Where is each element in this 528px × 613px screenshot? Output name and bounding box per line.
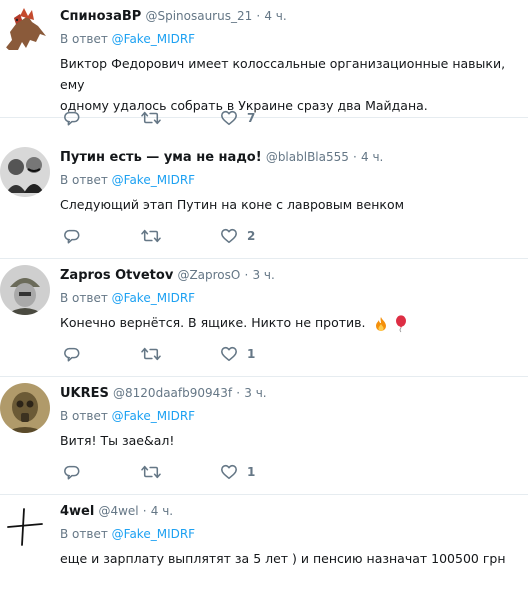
like-button[interactable]: 1 [220, 462, 255, 482]
reply-icon [63, 109, 81, 127]
retweet-button[interactable] [141, 462, 161, 482]
tweet[interactable]: Zapros Otvetov @ZaprosO · 3 ч. В ответ @… [0, 259, 528, 377]
dinosaur-avatar-icon [0, 6, 50, 56]
like-count: 1 [247, 347, 256, 361]
reply-icon [63, 463, 81, 481]
retweet-icon [141, 109, 161, 127]
heart-icon [220, 227, 238, 245]
tweet-header: UKRES @8120daafb90943f · 3 ч. [60, 386, 267, 401]
retweet-button[interactable] [141, 344, 161, 364]
tweet-header: Путин есть — ума не надо! @blablBla555 ·… [60, 150, 383, 165]
tweet-actions: 2 [63, 226, 323, 246]
like-count: 2 [247, 229, 256, 243]
author-handle[interactable]: @blablBla555 [266, 150, 349, 164]
author-name[interactable]: 4wel [60, 504, 94, 519]
retweet-icon [141, 463, 161, 481]
author-name[interactable]: Путин есть — ума не надо! [60, 150, 262, 165]
tweet-text-line: Следующий этап Путин на коне с лавровым … [60, 197, 405, 212]
retweet-button[interactable] [141, 108, 161, 128]
heart-icon [220, 345, 238, 363]
reply-mention-link[interactable]: @Fake_MIDRF [112, 173, 195, 187]
tweet-text: Конечно вернётся. В ящике. Никто не прот… [60, 312, 522, 333]
tweet-header: СпинозаВР @Spinosaurus_21 · 4 ч. [60, 9, 287, 24]
separator-dot: · [256, 9, 261, 23]
timestamp[interactable]: 4 ч. [361, 150, 383, 164]
separator-dot: · [142, 504, 147, 518]
tweet-text-line: Виктор Федорович имеет колоссальные орга… [60, 56, 506, 92]
author-name[interactable]: Zapros Otvetov [60, 268, 173, 283]
tweet-text-line: еще и зарплату выплятят за 5 лет ) и пен… [60, 551, 506, 566]
avatar[interactable] [0, 265, 50, 315]
cross-avatar-icon [0, 501, 50, 551]
author-name[interactable]: СпинозаВР [60, 9, 141, 24]
like-count: 1 [247, 465, 256, 479]
like-button[interactable]: 7 [220, 108, 255, 128]
gasmask-avatar-icon [0, 383, 50, 433]
author-handle[interactable]: @8120daafb90943f [113, 386, 232, 400]
reply-prefix: В ответ [60, 173, 108, 187]
reply-icon [63, 345, 81, 363]
tweet-text-line: Витя! Ты зае&ал! [60, 433, 175, 448]
timestamp[interactable]: 4 ч. [264, 9, 286, 23]
tweet-header: Zapros Otvetov @ZaprosO · 3 ч. [60, 268, 275, 283]
tweet[interactable]: UKRES @8120daafb90943f · 3 ч. В ответ @F… [0, 377, 528, 495]
tweet-text: Витя! Ты зае&ал! [60, 430, 522, 451]
tweet-header: 4wel @4wel · 4 ч. [60, 504, 173, 519]
timestamp[interactable]: 4 ч. [151, 504, 173, 518]
reply-button[interactable] [63, 108, 81, 128]
tweet-text: еще и зарплату выплятят за 5 лет ) и пен… [60, 548, 522, 569]
reply-prefix: В ответ [60, 291, 108, 305]
author-handle[interactable]: @4wel [98, 504, 138, 518]
like-count: 7 [247, 111, 256, 125]
heart-icon [220, 109, 238, 127]
like-button[interactable]: 1 [220, 344, 255, 364]
balloon-emoji-icon [396, 314, 407, 332]
reply-context: В ответ @Fake_MIDRF [60, 409, 195, 423]
timestamp[interactable]: 3 ч. [244, 386, 266, 400]
author-name[interactable]: UKRES [60, 386, 109, 401]
retweet-button[interactable] [141, 226, 161, 246]
reply-context: В ответ @Fake_MIDRF [60, 32, 195, 46]
tweet-actions: 1 [63, 344, 323, 364]
reply-prefix: В ответ [60, 409, 108, 423]
separator-dot: · [244, 268, 249, 282]
tweet[interactable]: СпинозаВР @Spinosaurus_21 · 4 ч. В ответ… [0, 0, 528, 118]
timestamp[interactable]: 3 ч. [252, 268, 274, 282]
reply-context: В ответ @Fake_MIDRF [60, 291, 195, 305]
reply-prefix: В ответ [60, 527, 108, 541]
reply-mention-link[interactable]: @Fake_MIDRF [112, 291, 195, 305]
avatar[interactable] [0, 383, 50, 433]
reply-button[interactable] [63, 226, 81, 246]
fire-emoji-icon [375, 316, 386, 331]
soldier-avatar-icon [0, 265, 50, 315]
like-button[interactable]: 2 [220, 226, 255, 246]
reply-button[interactable] [63, 344, 81, 364]
heart-icon [220, 463, 238, 481]
tweet-actions: 1 [63, 462, 323, 482]
reply-prefix: В ответ [60, 32, 108, 46]
reply-mention-link[interactable]: @Fake_MIDRF [112, 32, 195, 46]
reply-context: В ответ @Fake_MIDRF [60, 173, 195, 187]
tweet-text: Виктор Федорович имеет колоссальные орга… [60, 53, 522, 116]
tweet[interactable]: 4wel @4wel · 4 ч. В ответ @Fake_MIDRF ещ… [0, 495, 528, 613]
tweet[interactable]: Путин есть — ума не надо! @blablBla555 ·… [0, 141, 528, 259]
avatar[interactable] [0, 6, 50, 56]
retweet-icon [141, 345, 161, 363]
tweet-text: Следующий этап Путин на коне с лавровым … [60, 194, 522, 215]
avatar[interactable] [0, 147, 50, 197]
portrait-avatar-icon [0, 147, 50, 197]
tweet-actions: 7 [63, 108, 323, 128]
reply-icon [63, 227, 81, 245]
avatar[interactable] [0, 501, 50, 551]
author-handle[interactable]: @Spinosaurus_21 [145, 9, 252, 23]
reply-mention-link[interactable]: @Fake_MIDRF [112, 527, 195, 541]
separator-dot: · [236, 386, 241, 400]
separator-dot: · [353, 150, 357, 164]
tweet-text-line: Конечно вернётся. В ящике. Никто не прот… [60, 315, 366, 330]
reply-button[interactable] [63, 462, 81, 482]
author-handle[interactable]: @ZaprosO [177, 268, 240, 282]
retweet-icon [141, 227, 161, 245]
reply-mention-link[interactable]: @Fake_MIDRF [112, 409, 195, 423]
reply-context: В ответ @Fake_MIDRF [60, 527, 195, 541]
